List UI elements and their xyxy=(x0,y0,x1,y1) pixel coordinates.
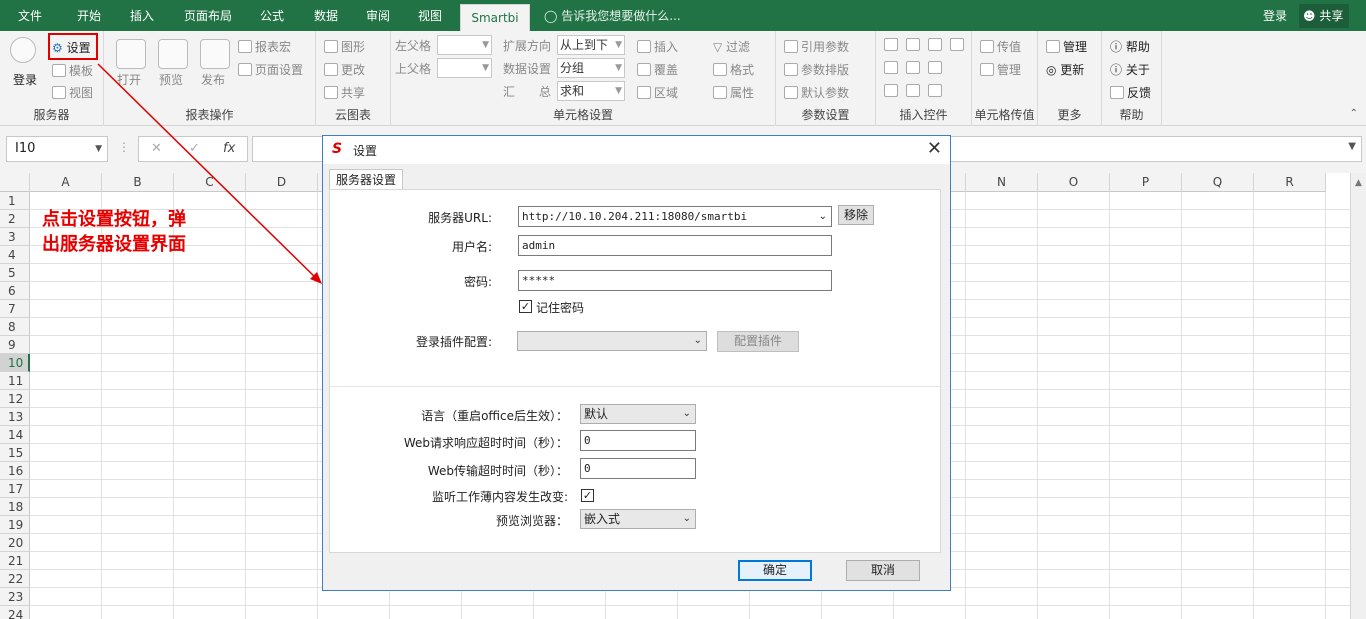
web-transfer-timeout-input[interactable]: 0 xyxy=(580,458,696,479)
chevron-down-icon: ⌄ xyxy=(682,513,691,524)
preview-browser-label: 预览浏览器： xyxy=(495,514,568,528)
server-settings-panel: 服务器URL: http://10.10.204.211:18080/smart… xyxy=(329,189,941,553)
remember-password-label: 记住密码 xyxy=(536,301,585,315)
chevron-down-icon: ⌄ xyxy=(682,408,691,419)
login-plugin-label: 登录插件配置: xyxy=(415,335,492,349)
preview-browser-select[interactable]: 嵌入式 ⌄ xyxy=(580,509,696,529)
close-icon[interactable]: ✕ xyxy=(927,138,942,159)
username-label: 用户名: xyxy=(451,240,492,254)
ok-button[interactable]: 确定 xyxy=(738,560,812,581)
web-transfer-timeout-label: Web传输超时时间（秒）： xyxy=(427,464,568,478)
server-url-label: 服务器URL: xyxy=(428,211,492,225)
username-input[interactable]: admin xyxy=(518,235,832,256)
dialog-titlebar: S 设置 ✕ xyxy=(323,136,950,164)
dialog-title: 设置 xyxy=(353,144,378,158)
monitor-changes-checkbox[interactable]: ✓ xyxy=(581,489,594,502)
annotation-text: 点击设置按钮，弹 出服务器设置界面 xyxy=(42,209,186,255)
web-response-timeout-input[interactable]: 0 xyxy=(580,430,696,451)
smartbi-logo-icon: S xyxy=(332,141,343,157)
web-response-timeout-label: Web请求响应超时时间（秒）： xyxy=(403,436,568,450)
server-url-combo[interactable]: http://10.10.204.211:18080/smartbi ⌄ xyxy=(518,206,832,227)
tab-server-settings[interactable]: 服务器设置 xyxy=(329,169,404,190)
cancel-button[interactable]: 取消 xyxy=(846,560,920,581)
password-input[interactable]: ***** xyxy=(518,270,832,291)
login-plugin-select[interactable]: ⌄ xyxy=(517,331,707,351)
chevron-down-icon[interactable]: ⌄ xyxy=(819,207,827,226)
chevron-down-icon: ⌄ xyxy=(693,335,702,346)
remove-button[interactable]: 移除 xyxy=(838,205,874,225)
configure-plugin-button[interactable]: 配置插件 xyxy=(717,331,799,352)
language-select[interactable]: 默认 ⌄ xyxy=(580,404,696,424)
section-divider xyxy=(330,386,940,387)
settings-dialog: S 设置 ✕ 服务器设置 服务器URL: http://10.10.204.21… xyxy=(322,135,951,591)
remember-password-checkbox[interactable]: ✓ xyxy=(519,300,532,313)
language-label: 语言（重启office后生效）： xyxy=(421,409,568,423)
password-label: 密码: xyxy=(463,275,492,289)
monitor-changes-label: 监听工作薄内容发生改变: xyxy=(431,490,568,504)
